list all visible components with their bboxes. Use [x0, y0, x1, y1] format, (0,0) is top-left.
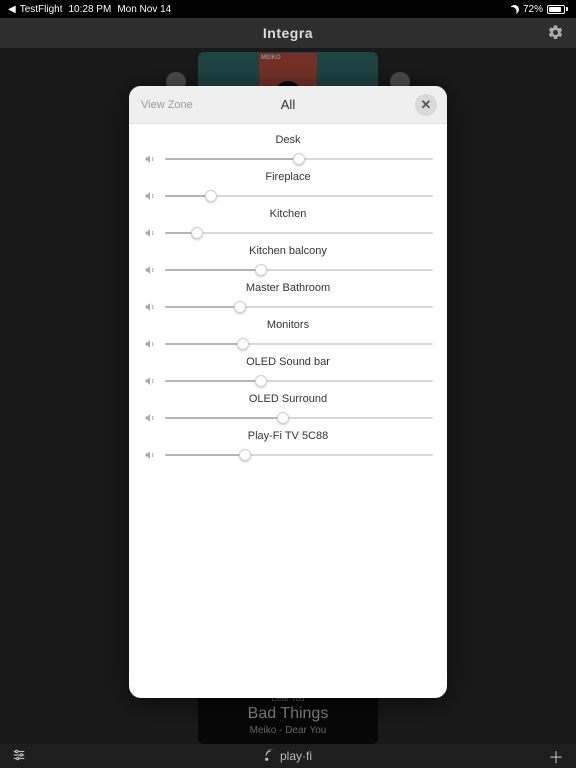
- playfi-text: play·fi: [280, 749, 312, 763]
- zone-label: Desk: [143, 134, 433, 146]
- zone-label: Kitchen: [143, 208, 433, 220]
- zone-label: Kitchen balcony: [143, 245, 433, 257]
- volume-slider[interactable]: [165, 225, 433, 241]
- volume-icon[interactable]: [143, 449, 157, 461]
- zone-row: OLED Surround: [129, 389, 447, 426]
- zone-row: Desk: [129, 130, 447, 167]
- zone-row: Monitors: [129, 315, 447, 352]
- volume-slider[interactable]: [165, 151, 433, 167]
- status-battery-pct: 72%: [523, 4, 543, 15]
- app-header: Integra: [0, 18, 576, 48]
- zone-label: Fireplace: [143, 171, 433, 183]
- bottom-bar: play·fi ＋: [0, 744, 576, 768]
- zone-label: Master Bathroom: [143, 282, 433, 294]
- volume-icon[interactable]: [143, 412, 157, 424]
- zone-row: Kitchen: [129, 204, 447, 241]
- zone-label: Play-Fi TV 5C88: [143, 430, 433, 442]
- do-not-disturb-icon: [509, 3, 521, 15]
- volume-icon[interactable]: [143, 227, 157, 239]
- volume-icon[interactable]: [143, 153, 157, 165]
- status-time: 10:28 PM: [69, 4, 112, 15]
- modal-title: All: [281, 97, 295, 112]
- modal-header: View Zone All ✕: [129, 86, 447, 124]
- volume-slider[interactable]: [165, 262, 433, 278]
- equalizer-icon[interactable]: [12, 748, 26, 765]
- zone-label: OLED Sound bar: [143, 356, 433, 368]
- zone-volumes-modal: View Zone All ✕ Desk Fireplace Kitchen Kitc…: [129, 86, 447, 698]
- status-bar: ◀ TestFlight 10:28 PM Mon Nov 14 72%: [0, 0, 576, 18]
- zone-row: Fireplace: [129, 167, 447, 204]
- zone-label: Monitors: [143, 319, 433, 331]
- battery-icon: [547, 5, 568, 14]
- zone-row: Play-Fi TV 5C88: [129, 426, 447, 463]
- zone-list: Desk Fireplace Kitchen Kitchen balcony Maste…: [129, 124, 447, 469]
- volume-icon[interactable]: [143, 264, 157, 276]
- volume-icon[interactable]: [143, 190, 157, 202]
- back-chevron-icon[interactable]: ◀: [8, 4, 16, 15]
- volume-icon[interactable]: [143, 338, 157, 350]
- volume-slider[interactable]: [165, 188, 433, 204]
- app-title: Integra: [263, 25, 313, 41]
- zone-row: Kitchen balcony: [129, 241, 447, 278]
- status-date: Mon Nov 14: [117, 4, 171, 15]
- playfi-branding: play·fi: [264, 749, 312, 763]
- view-zone-button[interactable]: View Zone: [141, 99, 193, 111]
- add-icon[interactable]: ＋: [548, 744, 564, 768]
- volume-slider[interactable]: [165, 299, 433, 315]
- gear-icon[interactable]: [547, 24, 564, 46]
- zone-label: OLED Surround: [143, 393, 433, 405]
- volume-slider[interactable]: [165, 373, 433, 389]
- volume-icon[interactable]: [143, 301, 157, 313]
- close-icon[interactable]: ✕: [415, 94, 437, 116]
- zone-row: Master Bathroom: [129, 278, 447, 315]
- playfi-icon: [264, 749, 277, 763]
- volume-slider[interactable]: [165, 410, 433, 426]
- volume-slider[interactable]: [165, 447, 433, 463]
- volume-icon[interactable]: [143, 375, 157, 387]
- volume-slider[interactable]: [165, 336, 433, 352]
- status-back-app[interactable]: TestFlight: [20, 4, 63, 15]
- zone-row: OLED Sound bar: [129, 352, 447, 389]
